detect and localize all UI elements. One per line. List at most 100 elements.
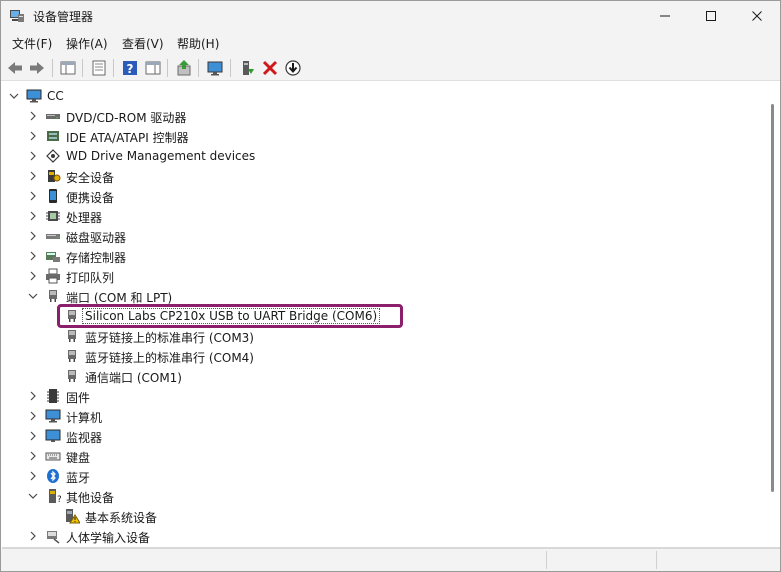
back-button[interactable]	[5, 58, 25, 78]
tree-category-node[interactable]: 便携设备	[2, 186, 765, 206]
window-title: 设备管理器	[33, 10, 94, 24]
maximize-button[interactable]	[688, 1, 734, 31]
toolbar-separator	[113, 59, 114, 77]
port-icon	[64, 308, 80, 324]
forward-button[interactable]	[27, 58, 47, 78]
tree-root-node[interactable]: CC	[2, 86, 765, 106]
tree-node-label: 蓝牙	[66, 471, 91, 485]
enable-device-button[interactable]	[237, 58, 257, 78]
vertical-scrollbar[interactable]	[765, 82, 780, 547]
chevron-right-icon[interactable]	[27, 230, 39, 242]
menu-help[interactable]: 帮助(H)	[175, 35, 221, 52]
tree-category-node[interactable]: 打印队列	[2, 266, 765, 286]
tree-node-label: 通信端口 (COM1)	[85, 371, 182, 385]
scan-hardware-button[interactable]	[205, 58, 225, 78]
close-button[interactable]	[734, 1, 780, 31]
tree-node-label: 其他设备	[66, 491, 115, 505]
chevron-right-icon[interactable]	[27, 390, 39, 402]
toolbar-separator	[82, 59, 83, 77]
properties-icon	[92, 60, 106, 76]
tree-category-node[interactable]: IDE ATA/ATAPI 控制器	[2, 126, 765, 146]
chevron-right-icon[interactable]	[27, 150, 39, 162]
tree-category-node[interactable]: DVD/CD-ROM 驱动器	[2, 106, 765, 126]
chevron-right-icon[interactable]	[27, 430, 39, 442]
chevron-right-icon[interactable]	[27, 250, 39, 262]
svg-text:?: ?	[57, 495, 61, 504]
dvd-drive-icon	[45, 108, 61, 124]
tree-category-node[interactable]: 磁盘驱动器	[2, 226, 765, 246]
tree-node-label: 存储控制器	[66, 251, 127, 265]
chevron-down-icon[interactable]	[27, 490, 39, 502]
arrow-left-icon	[8, 62, 22, 74]
help-icon: ?	[123, 61, 137, 76]
chevron-right-icon[interactable]	[27, 130, 39, 142]
menu-view[interactable]: 查看(V)	[120, 35, 166, 52]
tree-category-node[interactable]: WD Drive Management devices	[2, 146, 765, 166]
tree-device-node[interactable]: Silicon Labs CP210x USB to UART Bridge (…	[2, 306, 765, 326]
down-arrow-circle-icon	[285, 60, 301, 76]
chevron-right-icon[interactable]	[27, 410, 39, 422]
menu-action[interactable]: 操作(A)	[64, 35, 110, 52]
chevron-right-icon[interactable]	[27, 530, 39, 542]
enable-device-icon	[243, 61, 254, 75]
tree-device-node[interactable]: 通信端口 (COM1)	[2, 366, 765, 386]
chevron-right-icon[interactable]	[27, 110, 39, 122]
tree-category-node[interactable]: 安全设备	[2, 166, 765, 186]
monitor-scan-icon	[207, 61, 223, 76]
console-tree-icon	[60, 61, 76, 75]
tree-category-node[interactable]: 固件	[2, 386, 765, 406]
disable-device-button[interactable]	[283, 58, 303, 78]
arrow-right-icon	[30, 62, 44, 74]
tree-node-label: 磁盘驱动器	[66, 231, 127, 245]
disk-drive-icon	[45, 228, 61, 244]
scrollbar-thumb[interactable]	[771, 104, 774, 492]
menu-file[interactable]: 文件(F)	[10, 35, 54, 52]
tree-category-node[interactable]: 计算机	[2, 406, 765, 426]
chevron-right-icon[interactable]	[27, 470, 39, 482]
show-hide-console-tree-button[interactable]	[58, 58, 78, 78]
chevron-down-icon[interactable]	[8, 90, 20, 102]
tree-node-label: 监视器	[66, 431, 103, 445]
tree-category-node[interactable]: ? 其他设备	[2, 486, 765, 506]
other-device-icon: ?	[45, 488, 61, 504]
help-button[interactable]: ?	[120, 58, 140, 78]
show-action-pane-button[interactable]	[143, 58, 163, 78]
tree-node-label: 蓝牙链接上的标准串行 (COM4)	[85, 351, 254, 365]
tree-node-label: 计算机	[66, 411, 103, 425]
tree-node-label: 端口 (COM 和 LPT)	[66, 291, 173, 305]
chevron-right-icon[interactable]	[27, 210, 39, 222]
tree-device-node[interactable]: 蓝牙链接上的标准串行 (COM4)	[2, 346, 765, 366]
keyboard-icon	[45, 448, 61, 464]
tree-category-node[interactable]: 存储控制器	[2, 246, 765, 266]
minimize-button[interactable]	[642, 1, 688, 31]
toolbar-separator	[167, 59, 168, 77]
svg-text:?: ?	[127, 62, 134, 76]
status-bar	[1, 549, 780, 571]
tree-device-node[interactable]: 蓝牙链接上的标准串行 (COM3)	[2, 326, 765, 346]
chevron-right-icon[interactable]	[27, 270, 39, 282]
tree-node-label: 键盘	[66, 451, 91, 465]
properties-button[interactable]	[89, 58, 109, 78]
bluetooth-icon	[45, 468, 61, 484]
tree-category-node[interactable]: 键盘	[2, 446, 765, 466]
uninstall-device-button[interactable]	[260, 58, 280, 78]
chevron-right-icon[interactable]	[27, 190, 39, 202]
action-pane-icon	[145, 61, 161, 75]
chevron-right-icon[interactable]	[27, 170, 39, 182]
tree-device-node[interactable]: 基本系统设备	[2, 506, 765, 526]
tree-node-label: 蓝牙链接上的标准串行 (COM3)	[85, 331, 254, 345]
device-tree[interactable]: CC DVD/CD-ROM 驱动器 IDE ATA/ATAPI 控制器 WD Driv…	[2, 82, 765, 547]
tree-category-node[interactable]: 人体学输入设备	[2, 526, 765, 546]
storage-controller-icon	[45, 248, 61, 264]
chevron-down-icon[interactable]	[27, 290, 39, 302]
tree-category-node[interactable]: 蓝牙	[2, 466, 765, 486]
update-driver-button[interactable]	[174, 58, 194, 78]
chevron-right-icon[interactable]	[27, 450, 39, 462]
tree-category-node[interactable]: 处理器	[2, 206, 765, 226]
port-icon	[64, 348, 80, 364]
tree-category-node[interactable]: 监视器	[2, 426, 765, 446]
port-icon	[45, 288, 61, 304]
processor-icon	[45, 208, 61, 224]
title-bar[interactable]: 设备管理器	[1, 1, 780, 31]
tree-category-node[interactable]: 端口 (COM 和 LPT)	[2, 286, 765, 306]
